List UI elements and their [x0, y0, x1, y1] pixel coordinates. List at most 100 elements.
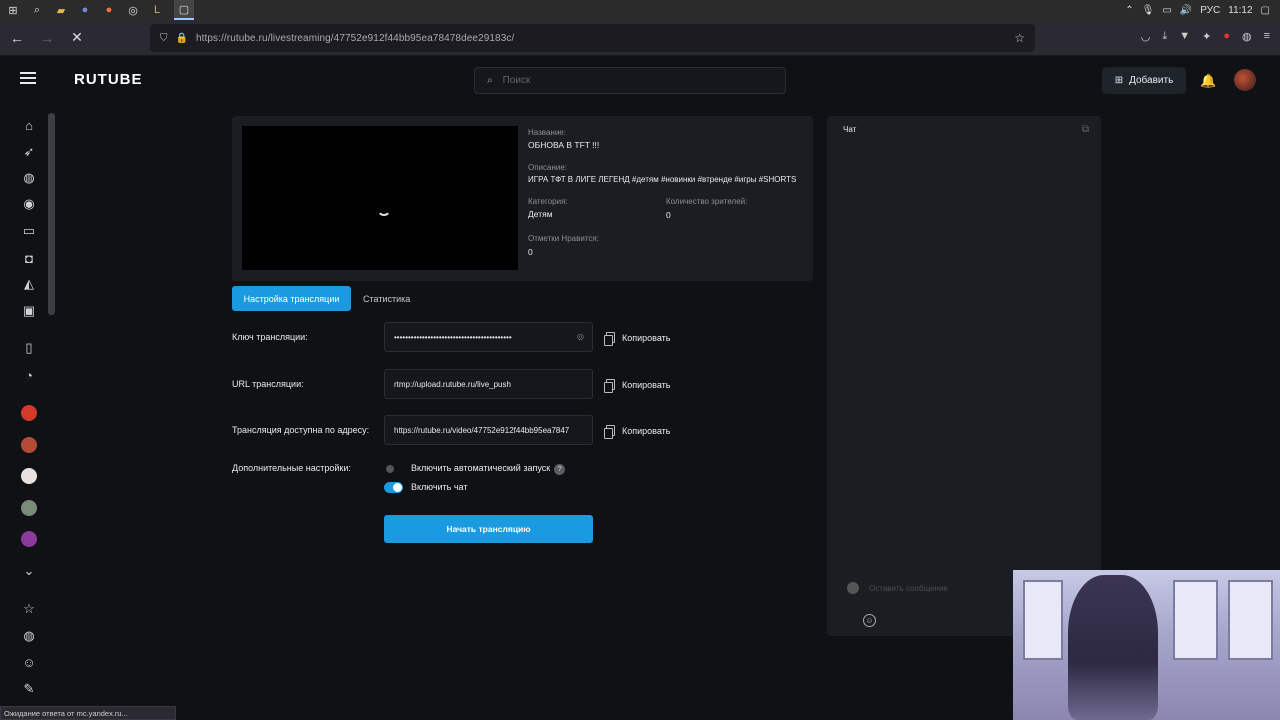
stream-key-field[interactable]: ••••••••••••••••••••••••••••••••••••••••… [384, 322, 593, 352]
stop-loading-icon[interactable]: ✕ [64, 25, 90, 51]
help-icon[interactable]: ? [554, 464, 566, 475]
extra-settings-label: Дополнительные настройки: [232, 463, 351, 473]
globe-2-icon[interactable]: ◍ [20, 627, 38, 645]
rutube-logo[interactable]: RUTUBE [74, 71, 143, 88]
search-placeholder: Поиск [502, 75, 531, 86]
back-icon[interactable]: ← [4, 25, 30, 51]
site-header: RUTUBE ⌕ Поиск ⊞ Добавить 🔔 [0, 57, 1280, 103]
stream-description: ИГРА ТФТ В ЛИГЕ ЛЕГЕНД #детям #новинки #… [528, 175, 797, 184]
volume-icon[interactable]: 🔊 [1180, 5, 1192, 16]
stream-address-field[interactable]: https://rutube.ru/video/47752e912f44bb95… [384, 415, 593, 445]
description-label: Описание: [528, 163, 568, 172]
notifications-icon[interactable]: ▢ [1261, 5, 1270, 16]
address-bar[interactable]: ⛉ 🔒 https://rutube.ru/livestreaming/4775… [150, 24, 1035, 52]
education-icon[interactable]: ◭ [20, 275, 38, 293]
vpn-icon[interactable]: ▼ [1179, 30, 1190, 43]
copy-label: Копировать [622, 332, 671, 343]
start-stream-button[interactable]: Начать трансляцию [384, 515, 593, 543]
discord-icon[interactable]: ● [78, 3, 92, 17]
copy-address-button[interactable]: Копировать [604, 425, 670, 439]
channel-avatar-2[interactable] [21, 437, 37, 453]
adblock-icon[interactable]: ● [1223, 30, 1230, 43]
gamepad-icon[interactable]: ◘ [20, 249, 38, 267]
category-label: Категория: [528, 197, 568, 206]
windows-start-icon[interactable]: ⊞ [6, 3, 20, 17]
folder-icon[interactable]: ▰ [54, 3, 68, 17]
menu-icon[interactable]: ≡ [1264, 30, 1270, 43]
title-label: Название: [528, 128, 566, 137]
tab-settings[interactable]: Настройка трансляции [232, 286, 351, 311]
active-app-icon[interactable]: ▢ [174, 0, 194, 20]
bookmark-star-icon[interactable]: ☆ [1014, 31, 1025, 45]
globe-icon[interactable]: ◍ [1242, 30, 1252, 43]
bell-icon[interactable]: 🔔 [1200, 73, 1216, 89]
autostart-label: Включить автоматический запуск? [411, 463, 566, 475]
network-icon[interactable]: ▭ [1162, 5, 1171, 16]
firefox-icon[interactable]: ● [102, 3, 116, 17]
lock-icon[interactable]: 🔒 [176, 33, 188, 44]
pencil-icon[interactable]: ✎ [20, 680, 38, 698]
stream-category: Детям [528, 209, 553, 219]
anime-character [1068, 575, 1158, 720]
forward-icon[interactable]: → [34, 25, 60, 51]
tab-statistics[interactable]: Статистика [363, 294, 410, 304]
sidebar-scrollbar[interactable] [48, 113, 55, 315]
bookmark-icon[interactable]: ▯ [20, 339, 38, 357]
car-icon[interactable]: ▭ [20, 222, 38, 240]
add-button-label: Добавить [1129, 75, 1174, 86]
loading-spinner-icon [377, 202, 391, 216]
avatar[interactable] [1234, 69, 1256, 91]
emoji-icon[interactable]: ☺ [863, 614, 876, 627]
tv-icon[interactable]: ▣ [20, 302, 38, 320]
add-icon: ⊞ [1114, 75, 1124, 86]
channel-avatar-3[interactable] [21, 468, 37, 484]
copy-url-button[interactable]: Копировать [604, 379, 670, 393]
stream-key-label: Ключ трансляции: [232, 332, 308, 342]
menu-burger-icon[interactable] [20, 72, 36, 84]
live-icon[interactable]: ◉ [20, 195, 38, 213]
channel-avatar-5[interactable] [21, 531, 37, 547]
autostart-toggle[interactable] [386, 465, 394, 473]
viewers-count: 0 [666, 210, 671, 220]
star-icon[interactable]: ☆ [20, 600, 38, 618]
rocket-icon[interactable]: ➶ [20, 143, 38, 161]
browser-toolbar: ← → ✕ ⛉ 🔒 https://rutube.ru/livestreamin… [0, 20, 1280, 56]
url-text[interactable]: https://rutube.ru/livestreaming/47752e91… [196, 33, 514, 44]
history-icon[interactable]: ◔ [20, 366, 38, 384]
home-icon[interactable]: ⌂ [20, 116, 38, 134]
add-button[interactable]: ⊞ Добавить [1102, 67, 1186, 94]
chat-avatar [847, 582, 859, 594]
channel-avatar-1[interactable] [21, 405, 37, 421]
clock[interactable]: 11:12 [1228, 5, 1252, 16]
chat-input[interactable]: Оставить сообщение [847, 582, 948, 594]
globe-icon[interactable]: ◍ [20, 169, 38, 187]
stream-title: ОБНОВА В TFT !!! [528, 140, 600, 150]
extension-icon[interactable]: ✦ [1202, 30, 1211, 43]
stream-address-label: Трансляция доступна по адресу: [232, 425, 370, 435]
search-icon[interactable]: ⌕ [30, 3, 44, 17]
chevron-down-icon[interactable]: ⌄ [20, 562, 38, 580]
os-taskbar: ⊞ ⌕ ▰ ● ● ◎ L ▢ ⌃ 🎙 ▭ 🔊 РУС 11:12 ▢ [0, 0, 1280, 20]
stream-info-card: Название: ОБНОВА В TFT !!! Описание: ИГР… [232, 116, 813, 281]
chat-toggle[interactable] [384, 482, 403, 493]
background-window [1228, 580, 1273, 660]
smile-icon[interactable]: ☺ [20, 653, 38, 671]
search-input[interactable]: ⌕ Поиск [474, 67, 786, 94]
shield-icon[interactable]: ⛉ [160, 33, 168, 44]
steam-icon[interactable]: ◎ [126, 3, 140, 17]
stream-url-field[interactable]: rtmp://upload.rutube.ru/live_push [384, 369, 593, 399]
browser-status: Ожидание ответа от mc.yandex.ru... [0, 706, 176, 720]
channel-avatar-4[interactable] [21, 500, 37, 516]
mic-icon[interactable]: 🎙 [1142, 5, 1155, 16]
extensions-bar: ◡ ⤓ ▼ ✦ ● ◍ ≡ [1141, 30, 1270, 43]
likes-label: Отметки Нравится: [528, 234, 599, 243]
popout-icon[interactable]: ⧉ [1082, 124, 1089, 135]
chevron-up-icon[interactable]: ⌃ [1125, 5, 1133, 16]
video-player[interactable] [242, 126, 518, 270]
language-indicator[interactable]: РУС [1200, 5, 1220, 16]
lol-icon[interactable]: L [150, 3, 164, 17]
pocket-icon[interactable]: ◡ [1141, 30, 1151, 43]
download-icon[interactable]: ⤓ [1162, 30, 1167, 43]
copy-key-button[interactable]: Копировать [604, 332, 671, 346]
eye-hidden-icon[interactable]: ◎ [577, 332, 584, 341]
